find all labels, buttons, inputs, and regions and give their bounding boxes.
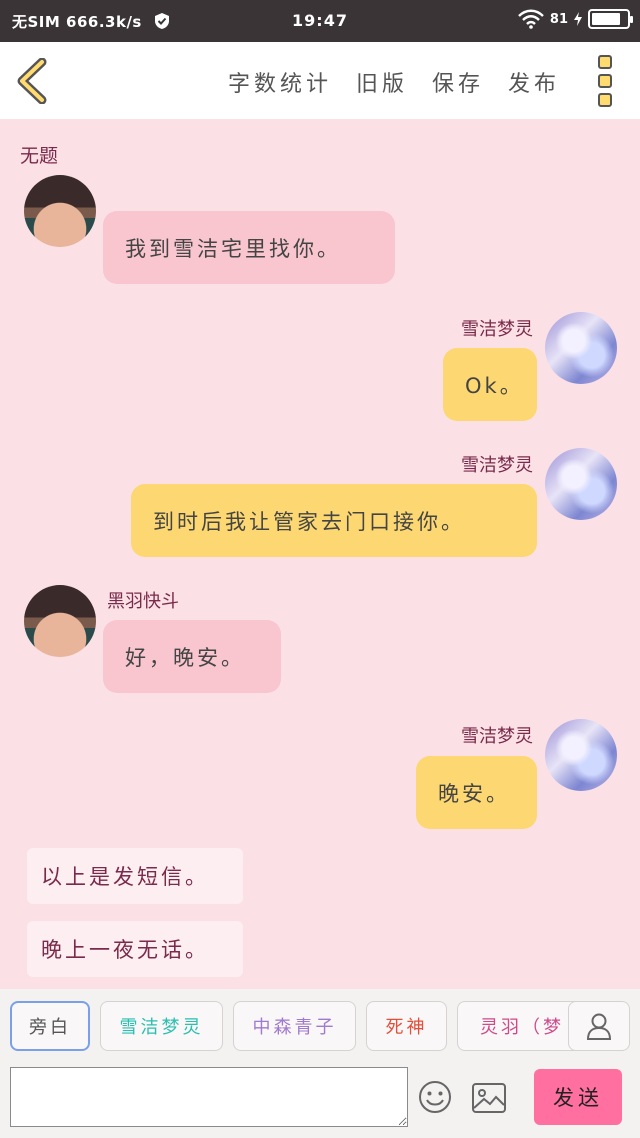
battery-fill <box>592 13 620 25</box>
chip-label: 中森青子 <box>252 1017 337 1038</box>
avatar[interactable] <box>24 175 96 247</box>
more-menu-icon[interactable] <box>598 55 614 107</box>
battery-icon <box>588 9 633 29</box>
chip-label: 雪洁梦灵 <box>119 1017 204 1038</box>
send-button[interactable]: 发送 <box>534 1069 622 1125</box>
sender-name: 雪洁梦灵 <box>461 455 533 476</box>
character-chip[interactable]: 中森青子 <box>233 1001 356 1051</box>
chip-label: 旁白 <box>29 1017 71 1038</box>
narration-text[interactable]: 晚上一夜无话。 <box>27 921 243 977</box>
sender-name: 雪洁梦灵 <box>461 319 533 340</box>
person-icon <box>586 1013 612 1040</box>
character-chip-narrator[interactable]: 旁白 <box>10 1001 90 1051</box>
avatar[interactable] <box>24 585 96 657</box>
charging-icon <box>574 12 582 26</box>
story-title: 无题 <box>20 145 59 167</box>
wifi-icon <box>518 9 544 29</box>
avatar[interactable] <box>545 719 617 791</box>
narration-text[interactable]: 以上是发短信。 <box>27 848 243 904</box>
message-bubble[interactable]: 我到雪洁宅里找你。 <box>103 211 395 284</box>
nav-actions: 字数统计 旧版 保存 发布 <box>228 66 560 98</box>
emoji-icon[interactable] <box>418 1080 452 1114</box>
publish-button[interactable]: 发布 <box>508 66 560 98</box>
sender-name: 雪洁梦灵 <box>461 726 533 747</box>
message-bubble[interactable]: 晚安。 <box>416 756 537 829</box>
chip-label: 灵羽（梦 <box>480 1017 564 1038</box>
character-chip[interactable]: 雪洁梦灵 <box>100 1001 223 1051</box>
old-version-button[interactable]: 旧版 <box>356 66 408 98</box>
status-bar: 无SIM 666.3k/s 19:47 81 <box>0 0 640 42</box>
word-count-button[interactable]: 字数统计 <box>228 66 332 98</box>
character-chip[interactable]: 死神 <box>366 1001 447 1051</box>
composer: 旁白 雪洁梦灵 中森青子 死神 灵羽（梦 发送 <box>0 989 640 1138</box>
save-button[interactable]: 保存 <box>432 66 484 98</box>
back-arrow-icon[interactable] <box>14 58 50 104</box>
avatar[interactable] <box>545 448 617 520</box>
message-bubble[interactable]: Ok。 <box>443 348 537 421</box>
battery-percent: 81 <box>549 11 568 27</box>
character-selector[interactable]: 旁白 雪洁梦灵 中森青子 死神 灵羽（梦 <box>0 1001 640 1051</box>
chip-label: 死神 <box>385 1017 428 1038</box>
image-icon[interactable] <box>472 1083 506 1113</box>
top-nav: 字数统计 旧版 保存 发布 <box>0 42 640 119</box>
sender-name: 黑羽快斗 <box>107 591 179 612</box>
manage-characters-button[interactable] <box>568 1001 630 1051</box>
avatar[interactable] <box>545 312 617 384</box>
message-bubble[interactable]: 到时后我让管家去门口接你。 <box>131 484 537 557</box>
message-bubble[interactable]: 好，晚安。 <box>103 620 281 693</box>
chat-area[interactable]: 无题 我到雪洁宅里找你。 雪洁梦灵 Ok。 雪洁梦灵 到时后我让管家去门口接你。… <box>0 119 640 989</box>
message-input[interactable] <box>10 1067 408 1127</box>
